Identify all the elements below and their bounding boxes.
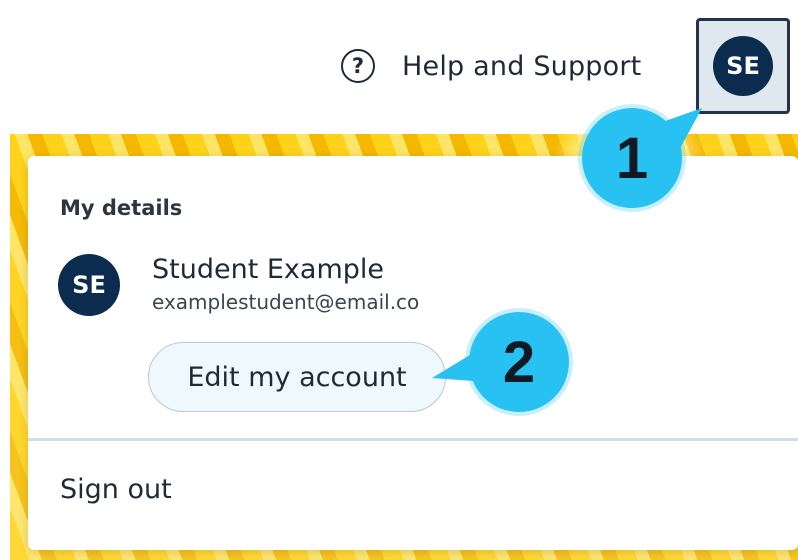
question-circle-icon: ? (341, 49, 375, 83)
callout-1-marker: 1 (582, 108, 682, 208)
avatar: SE (713, 36, 773, 96)
user-email: examplestudent@email.co (152, 290, 420, 314)
callout-2-marker: 2 (469, 312, 569, 412)
user-name: Student Example (152, 254, 385, 285)
callout-2-number: 2 (502, 329, 536, 395)
help-and-support-link[interactable]: ? Help and Support (341, 46, 641, 86)
user-avatar: SE (58, 254, 120, 316)
edit-my-account-button[interactable]: Edit my account (148, 342, 446, 412)
account-dropdown-panel: My details SE Student Example examplestu… (28, 156, 798, 550)
account-menu-button[interactable]: SE (696, 18, 790, 114)
my-details-heading: My details (60, 196, 183, 220)
sign-out-link[interactable]: Sign out (60, 474, 172, 505)
help-and-support-label: Help and Support (402, 50, 642, 82)
menu-divider (28, 438, 798, 441)
callout-1-number: 1 (615, 125, 649, 191)
